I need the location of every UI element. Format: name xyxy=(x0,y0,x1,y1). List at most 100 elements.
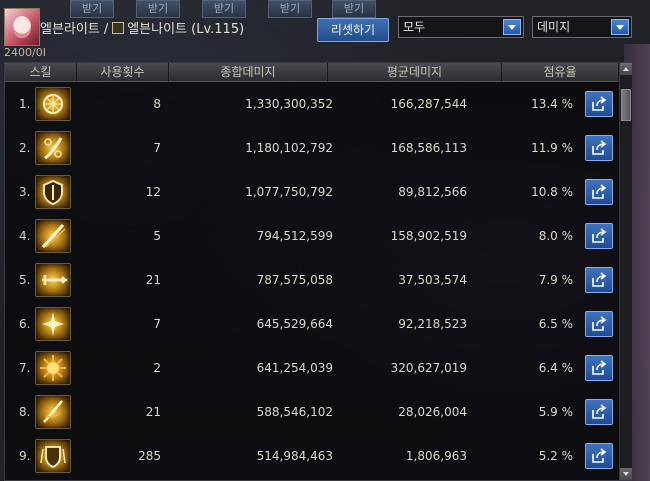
row-index: 5. xyxy=(19,273,31,287)
column-header-count: 사용횟수 xyxy=(77,63,169,82)
cell-share: 6.5 % xyxy=(538,317,573,331)
guard-skill-icon xyxy=(35,439,71,473)
share-button[interactable] xyxy=(585,91,613,117)
row-index: 7. xyxy=(19,361,31,375)
row-index: 1. xyxy=(19,97,31,111)
scrollbar[interactable] xyxy=(619,63,632,480)
share-button[interactable] xyxy=(585,179,613,205)
table-row: 2. 7 1,180,102,792 168,586,113 11.9 % xyxy=(5,127,619,171)
column-header-skill: 스킬 xyxy=(5,63,77,82)
sparkle-skill-icon xyxy=(35,307,71,341)
row-index: 9. xyxy=(19,449,31,463)
cell-share: 5.2 % xyxy=(538,449,573,463)
table-row: 1. 8 1,330,300,352 166,287,544 13.4 % xyxy=(5,83,619,127)
wheel-skill-icon xyxy=(35,87,71,121)
cell-average-damage: 37,503,574 xyxy=(398,273,467,287)
title-separator: / xyxy=(103,22,109,37)
share-button[interactable] xyxy=(585,135,613,161)
character-class: 엘븐나이트 xyxy=(127,22,188,37)
cell-total-damage: 1,077,750,792 xyxy=(245,185,333,199)
cell-average-damage: 92,218,523 xyxy=(398,317,467,331)
row-index: 3. xyxy=(19,185,31,199)
share-icon xyxy=(592,360,607,375)
cell-average-damage: 158,902,519 xyxy=(390,229,467,243)
metric-value: 데미지 xyxy=(537,20,571,34)
filter-all-select[interactable]: 모두 xyxy=(398,16,524,38)
share-icon xyxy=(592,228,607,243)
skill-rows: 1. 8 1,330,300,352 166,287,544 13.4 % 2.… xyxy=(5,83,619,481)
column-header-share: 점유율 xyxy=(502,63,619,82)
table-row: 6. 7 645,529,664 92,218,523 6.5 % xyxy=(5,303,619,347)
table-row: 5. 21 787,575,058 37,503,574 7.9 % xyxy=(5,259,619,303)
cell-use-count: 7 xyxy=(153,141,161,155)
cell-total-damage: 1,180,102,792 xyxy=(245,141,333,155)
blade-skill-icon xyxy=(35,395,71,429)
cell-total-damage: 641,254,039 xyxy=(256,361,333,375)
row-index: 2. xyxy=(19,141,31,155)
table-row: 9. 285 514,984,463 1,806,963 5.2 % xyxy=(5,435,619,479)
share-icon xyxy=(592,404,607,419)
cell-average-damage: 168,586,113 xyxy=(390,141,467,155)
row-index: 8. xyxy=(19,405,31,419)
cell-total-damage: 588,546,102 xyxy=(256,405,333,419)
share-button[interactable] xyxy=(585,443,613,469)
share-button[interactable] xyxy=(585,223,613,249)
table-row: 8. 21 588,546,102 28,026,004 5.9 % xyxy=(5,391,619,435)
cell-total-damage: 645,529,664 xyxy=(256,317,333,331)
share-button[interactable] xyxy=(585,311,613,337)
cell-average-damage: 166,287,544 xyxy=(390,97,467,111)
row-index: 6. xyxy=(19,317,31,331)
cell-use-count: 8 xyxy=(153,97,161,111)
character-title: 엘븐라이트 / 엘븐나이트 (Lv.115) xyxy=(40,18,244,37)
cell-use-count: 5 xyxy=(153,229,161,243)
character-level: (Lv.115) xyxy=(191,22,245,37)
cell-use-count: 12 xyxy=(145,185,161,199)
share-button[interactable] xyxy=(585,267,613,293)
cell-use-count: 7 xyxy=(153,317,161,331)
share-button[interactable] xyxy=(585,355,613,381)
share-icon xyxy=(592,316,607,331)
filter-all-value: 모두 xyxy=(403,20,426,34)
stats-header: 2400/0I 엘븐라이트 / 엘븐나이트 (Lv.115) 리셋하기 모두 데미지 xyxy=(0,0,650,60)
table-row: 7. 2 641,254,039 320,627,019 6.4 % xyxy=(5,347,619,391)
cell-average-damage: 320,627,019 xyxy=(390,361,467,375)
cell-average-damage: 89,812,566 xyxy=(398,185,467,199)
hp-text: 2400/0I xyxy=(4,46,46,59)
chevron-down-icon[interactable] xyxy=(503,19,521,35)
class-icon xyxy=(112,22,125,34)
skill-stats-panel: 스킬 사용횟수 종합데미지 평균데미지 점유율 1. 8 1,330,300,3… xyxy=(4,62,632,481)
cell-use-count: 21 xyxy=(145,273,161,287)
cell-average-damage: 28,026,004 xyxy=(398,405,467,419)
scroll-down-icon[interactable] xyxy=(620,468,632,480)
sword-skill-icon xyxy=(35,263,71,297)
cell-share: 5.9 % xyxy=(538,405,573,419)
table-row: 3. 12 1,077,750,792 89,812,566 10.8 % xyxy=(5,171,619,215)
scroll-thumb[interactable] xyxy=(621,89,631,121)
cell-share: 13.4 % xyxy=(531,97,573,111)
share-icon xyxy=(592,96,607,111)
avatar-face-icon xyxy=(13,16,31,38)
cell-share: 6.4 % xyxy=(538,361,573,375)
character-name: 엘븐라이트 xyxy=(40,22,100,37)
column-header-average: 평균데미지 xyxy=(328,63,502,82)
character-avatar xyxy=(4,8,40,46)
column-header-total: 종합데미지 xyxy=(169,63,328,82)
cell-share: 7.9 % xyxy=(538,273,573,287)
share-button[interactable] xyxy=(585,399,613,425)
cell-total-damage: 1,330,300,352 xyxy=(245,97,333,111)
metric-select[interactable]: 데미지 xyxy=(532,16,632,38)
scroll-up-icon[interactable] xyxy=(620,63,632,75)
chevron-down-icon[interactable] xyxy=(611,19,629,35)
slash-skill-icon xyxy=(35,219,71,253)
cell-share: 11.9 % xyxy=(531,141,573,155)
share-icon xyxy=(592,184,607,199)
cell-total-damage: 787,575,058 xyxy=(256,273,333,287)
burst-skill-icon xyxy=(35,351,71,385)
chain-skill-icon xyxy=(35,131,71,165)
row-index: 4. xyxy=(19,229,31,243)
share-icon xyxy=(592,448,607,463)
cell-share: 10.8 % xyxy=(531,185,573,199)
reset-button[interactable]: 리셋하기 xyxy=(317,18,389,42)
cell-use-count: 21 xyxy=(145,405,161,419)
table-row: 4. 5 794,512,599 158,902,519 8.0 % xyxy=(5,215,619,259)
